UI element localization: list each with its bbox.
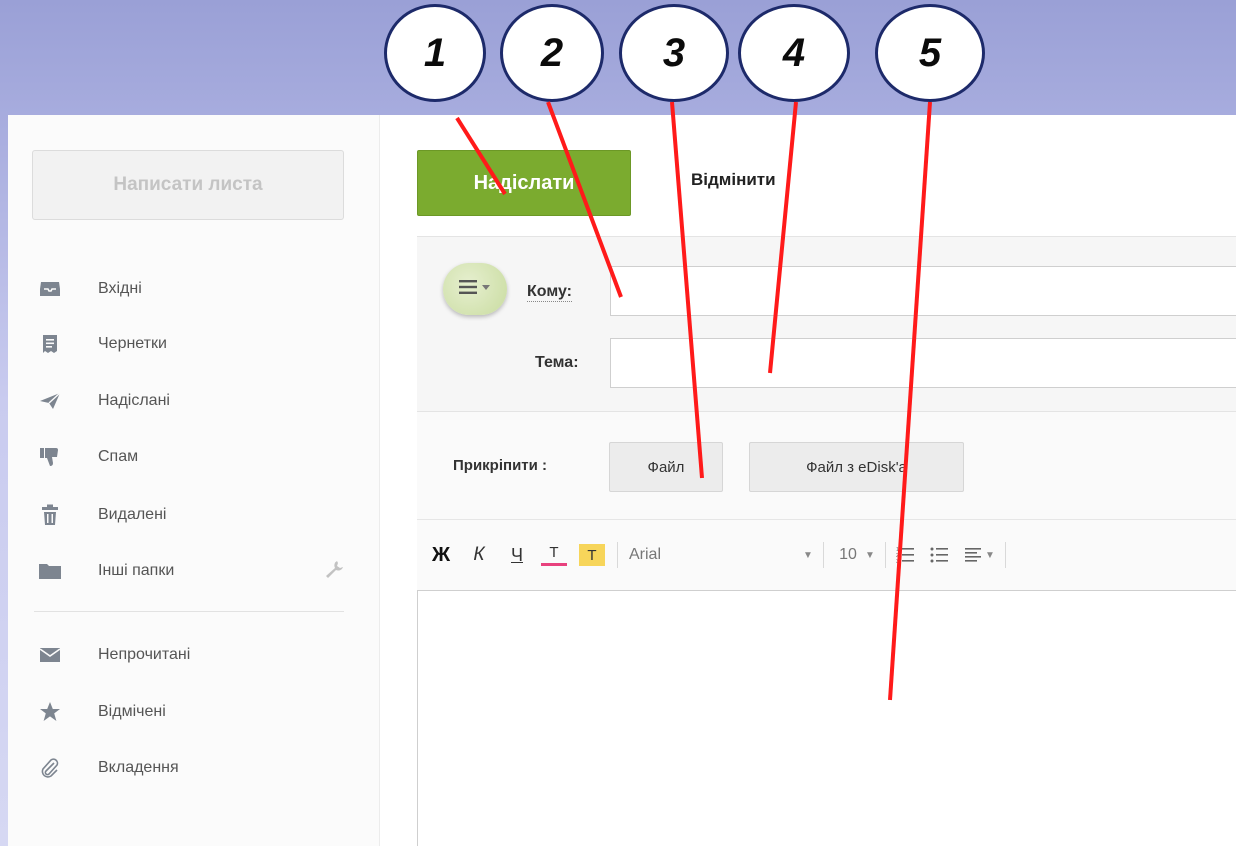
to-input[interactable]	[610, 266, 1236, 316]
paperclip-icon	[38, 756, 62, 780]
formatting-toolbar: Ж К Ч Т Т Arial ▼ 10 ▼ 123 ▼	[417, 520, 1236, 590]
message-header: Кому: Тема:	[417, 236, 1236, 412]
sidebar-item-starred[interactable]: Відмічені	[38, 692, 348, 732]
trash-icon	[38, 503, 62, 527]
sidebar-item-label: Спам	[98, 448, 139, 465]
attach-label: Прикріпити :	[453, 457, 548, 474]
folder-icon	[38, 559, 62, 583]
bold-button[interactable]: Ж	[427, 542, 455, 568]
callout-5: 5	[875, 4, 985, 102]
sidebar-item-drafts[interactable]: Чернетки	[38, 324, 348, 364]
callout-3: 3	[619, 4, 729, 102]
sidebar-item-label: Чернетки	[98, 335, 167, 352]
sidebar-item-label: Надіслані	[98, 392, 170, 409]
send-button[interactable]: Надіслати	[417, 150, 631, 216]
chevron-down-icon[interactable]: ▼	[983, 542, 997, 568]
subject-label: Тема:	[535, 354, 579, 371]
attachments-bar: Прикріпити : Файл Файл з eDisk'a	[417, 412, 1236, 520]
menu-icon	[458, 279, 492, 300]
sidebar-item-inbox[interactable]: Вхідні	[38, 269, 348, 309]
sidebar-item-unread[interactable]: Непрочитані	[38, 635, 348, 675]
attach-edisk-button[interactable]: Файл з eDisk'a	[749, 442, 964, 492]
bullet-list-icon[interactable]	[927, 542, 951, 568]
font-family-select[interactable]: Arial	[629, 542, 819, 568]
sidebar-item-label: Інші папки	[98, 562, 175, 579]
sidebar-divider	[34, 611, 344, 612]
cancel-button[interactable]: Відмінити	[691, 170, 776, 190]
compose-panel: Надіслати Відмінити Кому: Тема: Прикріпи…	[381, 115, 1236, 846]
to-label: Кому:	[527, 283, 572, 302]
callout-1: 1	[384, 4, 486, 102]
sidebar-item-trash[interactable]: Видалені	[38, 495, 348, 535]
callout-4: 4	[738, 4, 850, 102]
toolbar-separator	[885, 542, 886, 568]
toolbar-separator	[1005, 542, 1006, 568]
align-icon[interactable]	[961, 542, 985, 568]
sidebar-item-spam[interactable]: Спам	[38, 437, 348, 477]
sidebar-item-attachments[interactable]: Вкладення	[38, 748, 348, 788]
chevron-down-icon[interactable]: ▼	[800, 542, 816, 568]
spam-icon	[38, 445, 62, 469]
subject-input[interactable]	[610, 338, 1236, 388]
sidebar-item-other-folders[interactable]: Інші папки	[38, 551, 348, 591]
ordered-list-icon[interactable]: 123	[893, 542, 917, 568]
toolbar-separator	[617, 542, 618, 568]
mail-app: Написати листа Вхідні Чернетки Надіслані…	[8, 115, 1236, 846]
envelope-icon	[38, 643, 62, 667]
sidebar-item-sent[interactable]: Надіслані	[38, 381, 348, 421]
underline-button[interactable]: Ч	[505, 542, 529, 568]
sidebar: Написати листа Вхідні Чернетки Надіслані…	[8, 115, 380, 846]
message-body-editor[interactable]	[417, 590, 1236, 846]
font-size-select[interactable]: 10	[835, 542, 861, 568]
italic-button[interactable]: К	[467, 542, 491, 568]
svg-text:3: 3	[896, 559, 899, 564]
attach-file-button[interactable]: Файл	[609, 442, 723, 492]
highlight-button[interactable]: Т	[579, 544, 605, 566]
sidebar-item-label: Непрочитані	[98, 646, 191, 663]
chevron-down-icon[interactable]: ▼	[862, 542, 878, 568]
sent-icon	[38, 389, 62, 413]
compose-button[interactable]: Написати листа	[32, 150, 344, 220]
sidebar-item-label: Вкладення	[98, 759, 179, 776]
sidebar-item-label: Видалені	[98, 506, 167, 523]
toolbar-separator	[823, 542, 824, 568]
sidebar-item-label: Вхідні	[98, 280, 142, 297]
callout-2: 2	[500, 4, 604, 102]
wrench-icon[interactable]	[324, 559, 348, 583]
drafts-icon	[38, 332, 62, 356]
sidebar-item-label: Відмічені	[98, 703, 166, 720]
star-icon	[38, 700, 62, 724]
text-color-button[interactable]: Т	[541, 542, 567, 566]
contacts-menu-button[interactable]	[443, 263, 507, 315]
inbox-icon	[38, 277, 62, 301]
